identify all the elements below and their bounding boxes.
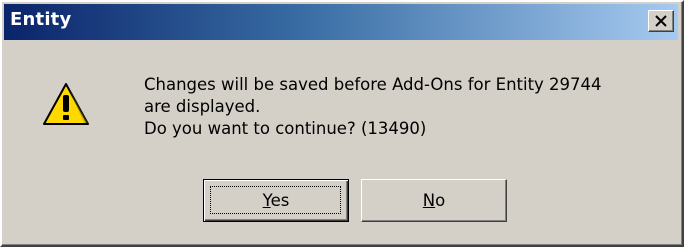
warning-icon (43, 83, 89, 125)
title-bar[interactable]: Entity (4, 4, 678, 40)
close-button[interactable] (648, 10, 674, 32)
message-dialog: Entity Changes will be saved before Add-… (0, 0, 684, 247)
no-button-label: No (422, 191, 446, 210)
window-title: Entity (10, 9, 72, 30)
message-line: Do you want to continue? (13490) (144, 119, 427, 138)
message-line: are displayed. (144, 97, 261, 116)
message-text: Changes will be saved before Add-Ons for… (144, 74, 602, 140)
yes-button[interactable]: Yes (203, 179, 349, 222)
yes-button-label: Yes (262, 191, 290, 210)
close-icon (655, 15, 667, 27)
message-line: Changes will be saved before Add-Ons for… (144, 75, 602, 94)
no-button[interactable]: No (361, 179, 507, 222)
